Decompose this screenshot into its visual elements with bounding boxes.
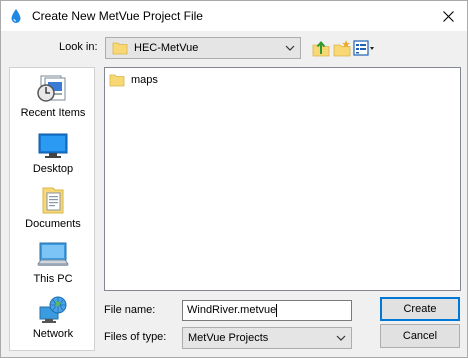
create-button[interactable]: Create bbox=[380, 297, 460, 321]
place-recent-items[interactable]: Recent Items bbox=[10, 74, 96, 124]
file-name-input[interactable]: WindRiver.metvue bbox=[182, 300, 352, 321]
dialog-title: Create New MetVue Project File bbox=[32, 9, 203, 23]
app-drop-icon bbox=[11, 9, 21, 23]
place-desktop[interactable]: Desktop bbox=[10, 130, 96, 180]
list-item[interactable]: maps bbox=[109, 71, 158, 89]
close-button[interactable] bbox=[431, 3, 465, 29]
folder-icon bbox=[112, 42, 128, 55]
place-label: This PC bbox=[33, 273, 73, 285]
chevron-down-icon bbox=[285, 45, 295, 51]
create-new-folder-icon[interactable] bbox=[333, 39, 351, 57]
look-in-dropdown[interactable]: HEC-MetVue bbox=[105, 37, 301, 59]
folder-icon bbox=[109, 74, 125, 87]
place-label: Recent Items bbox=[20, 107, 86, 119]
up-one-level-icon[interactable] bbox=[312, 39, 330, 57]
recent-items-icon bbox=[37, 75, 66, 102]
file-list[interactable]: maps bbox=[104, 67, 461, 291]
look-in-label: Look in: bbox=[59, 41, 98, 53]
documents-icon bbox=[42, 187, 64, 214]
files-of-type-dropdown[interactable]: MetVue Projects bbox=[182, 327, 352, 349]
look-in-value: HEC-MetVue bbox=[134, 42, 199, 54]
place-documents[interactable]: Documents bbox=[10, 185, 96, 235]
files-of-type-label: Files of type: bbox=[104, 331, 167, 343]
file-name-label: File name: bbox=[104, 304, 156, 316]
file-name-value: WindRiver.metvue bbox=[187, 304, 277, 316]
cancel-button[interactable]: Cancel bbox=[380, 324, 460, 348]
view-menu-icon[interactable] bbox=[353, 39, 375, 57]
places-bar: Recent Items Desktop Documents This PC N… bbox=[9, 67, 95, 351]
create-project-dialog: Create New MetVue Project File Look in: … bbox=[0, 0, 468, 358]
this-pc-icon bbox=[37, 242, 69, 266]
files-of-type-value: MetVue Projects bbox=[188, 332, 269, 344]
place-label: Network bbox=[32, 328, 74, 340]
close-icon bbox=[442, 10, 454, 22]
place-label: Desktop bbox=[32, 163, 74, 175]
network-icon bbox=[39, 296, 67, 323]
desktop-icon bbox=[38, 133, 68, 158]
file-name: maps bbox=[131, 74, 158, 86]
place-this-pc[interactable]: This PC bbox=[10, 240, 96, 290]
chevron-down-icon bbox=[336, 335, 346, 341]
place-network[interactable]: Network bbox=[10, 295, 96, 345]
title-bar: Create New MetVue Project File bbox=[1, 1, 467, 31]
place-label: Documents bbox=[25, 218, 81, 230]
text-caret bbox=[276, 303, 278, 317]
